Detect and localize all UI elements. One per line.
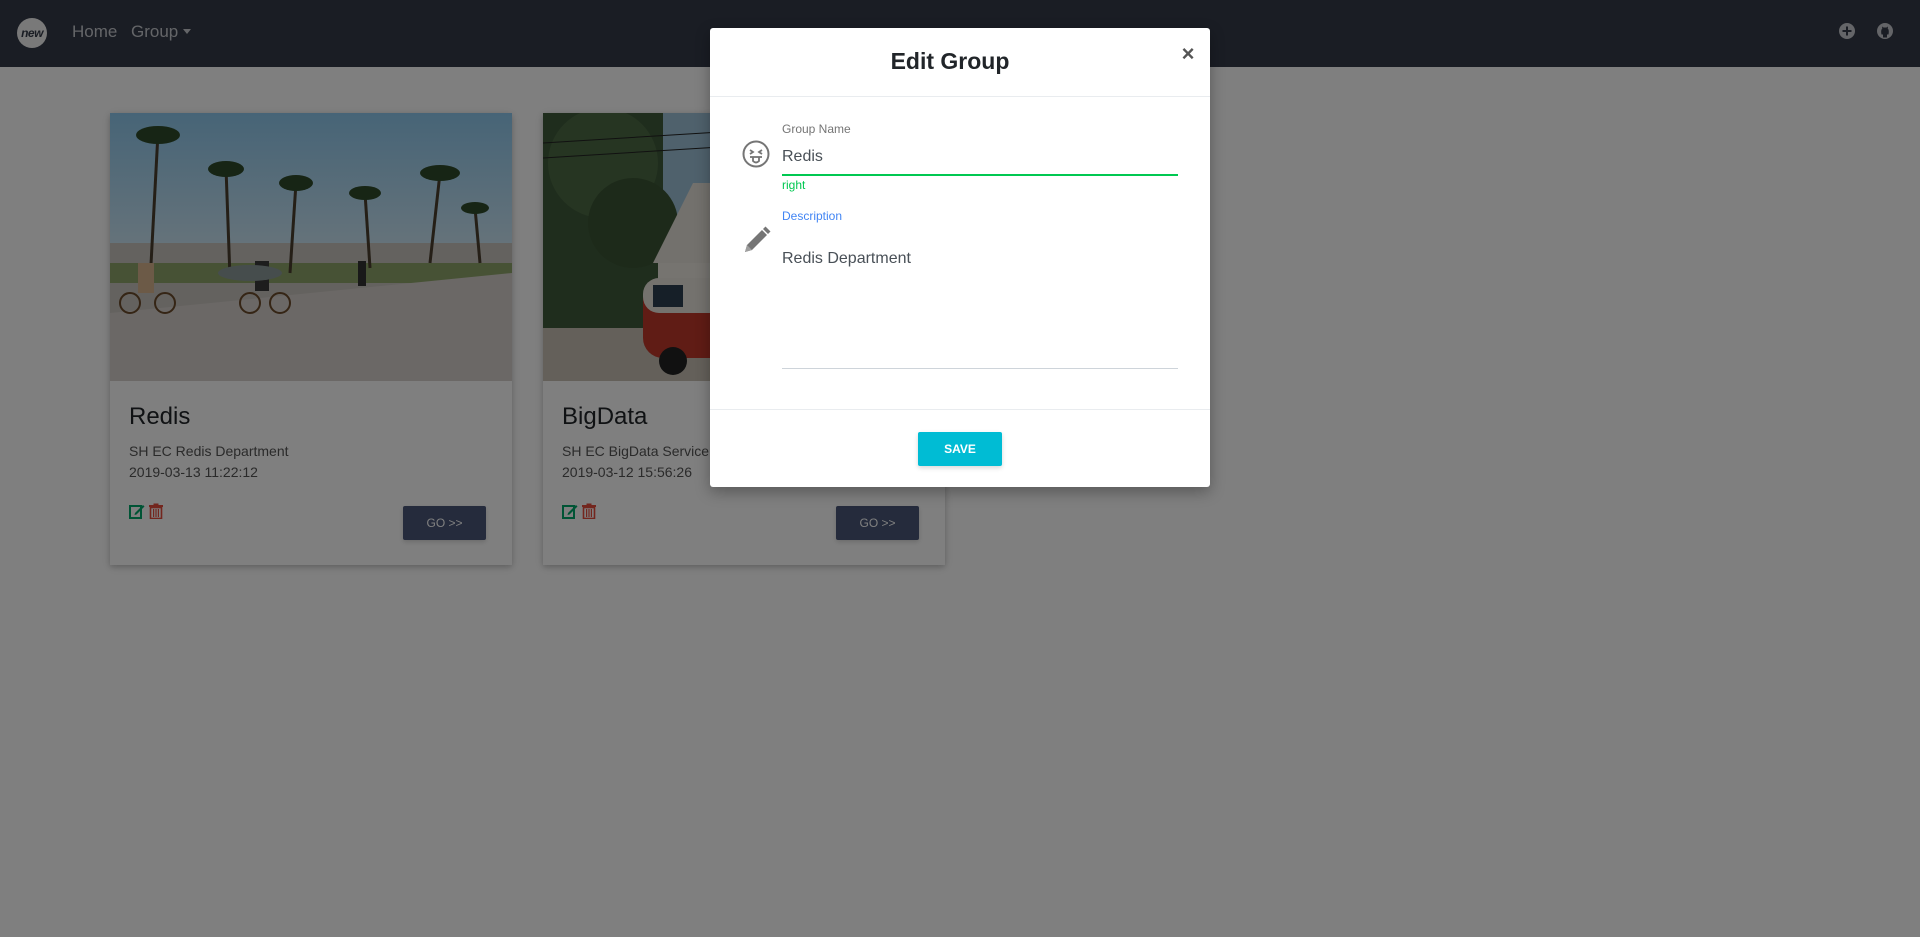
description-label: Description xyxy=(782,209,843,223)
save-button[interactable]: SAVE xyxy=(918,432,1002,466)
pencil-icon xyxy=(745,226,771,252)
tongue-face-icon xyxy=(742,140,770,168)
group-name-label: Group Name xyxy=(782,122,851,136)
modal-title: Edit Group xyxy=(890,48,1010,74)
edit-group-modal: Edit Group × Group Name right Descriptio… xyxy=(710,28,1210,487)
modal-footer: SAVE xyxy=(710,409,1210,488)
group-name-valid-message: right xyxy=(782,178,806,192)
group-name-input[interactable] xyxy=(782,140,1178,176)
close-button[interactable]: × xyxy=(1178,42,1198,66)
description-textarea[interactable]: Redis Department xyxy=(782,250,1178,369)
modal-header: Edit Group × xyxy=(710,28,1210,97)
